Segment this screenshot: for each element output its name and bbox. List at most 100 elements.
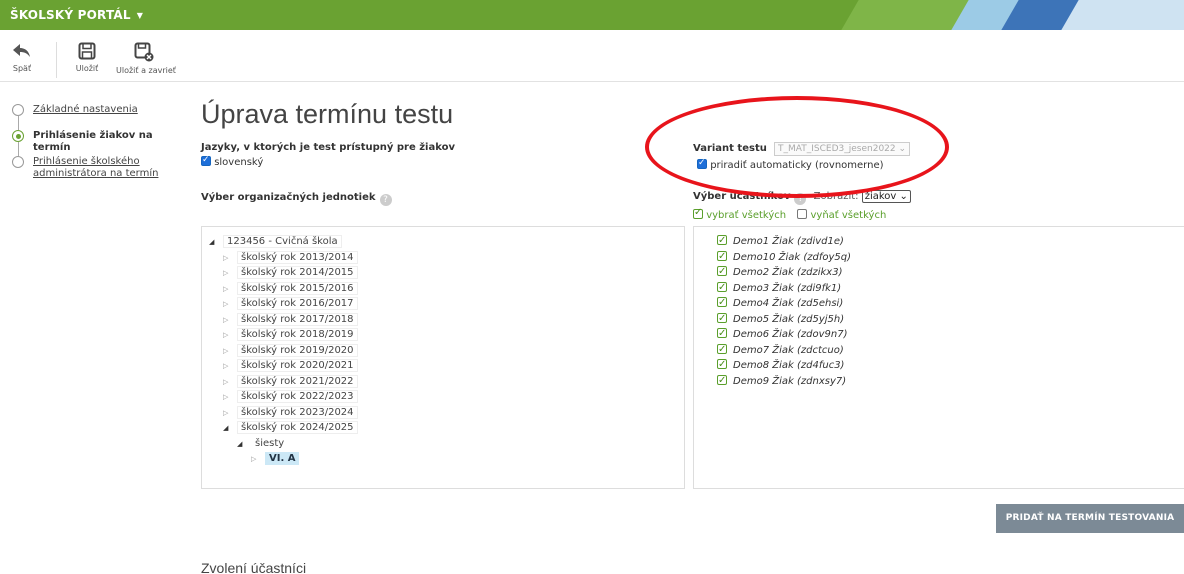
tree-node-school[interactable]: ◢ 123456 - Cvičná škola <box>209 234 358 250</box>
participant-name: Demo2 Žiak (zdzikx3) <box>733 267 843 278</box>
participant-item[interactable]: Demo5 Žiak (zd5yj5h) <box>717 311 851 328</box>
language-checkbox[interactable] <box>201 155 211 166</box>
show-select[interactable]: žiakov ⌄ <box>861 190 911 203</box>
collapsed-arrow-icon[interactable]: ▷ <box>223 328 237 344</box>
collapsed-arrow-icon[interactable]: ▷ <box>223 359 237 375</box>
tree-node-label[interactable]: školský rok 2017/2018 <box>237 312 358 326</box>
tree-node-label-selected[interactable]: VI. A <box>265 452 300 465</box>
chevron-down-icon: ▼ <box>136 11 144 20</box>
tree-node-year[interactable]: ▷ školský rok 2017/2018 <box>209 312 358 328</box>
tree-node-year[interactable]: ▷ školský rok 2021/2022 <box>209 374 358 390</box>
tree-node-class[interactable]: ▷ VI. A <box>209 451 358 467</box>
participant-checkbox[interactable] <box>717 233 727 249</box>
collapsed-arrow-icon[interactable]: ▷ <box>251 452 265 468</box>
collapsed-arrow-icon[interactable]: ▷ <box>223 344 237 360</box>
participant-item[interactable]: Demo2 Žiak (zdzikx3) <box>717 264 851 281</box>
collapsed-arrow-icon[interactable]: ▷ <box>223 313 237 329</box>
help-icon[interactable]: ? <box>379 194 392 206</box>
tree-node-label[interactable]: 123456 - Cvičná škola <box>223 235 342 248</box>
save-label: Uložiť <box>75 64 99 73</box>
variant-select-value: T_MAT_ISCED3_jesen2022 <box>778 144 896 154</box>
collapsed-arrow-icon[interactable]: ▷ <box>223 406 237 422</box>
add-to-test-term-button[interactable]: PRIDAŤ NA TERMÍN TESTOVANIA <box>996 504 1184 533</box>
save-button[interactable]: Uložiť <box>70 42 104 73</box>
tree-node-year[interactable]: ▷ školský rok 2023/2024 <box>209 405 358 421</box>
collapsed-arrow-icon[interactable]: ▷ <box>223 266 237 282</box>
tree-node-year[interactable]: ▷ školský rok 2014/2015 <box>209 265 358 281</box>
tree-node-label[interactable]: školský rok 2014/2015 <box>237 266 358 279</box>
collapsed-arrow-icon[interactable]: ▷ <box>223 251 237 267</box>
tree-node-year[interactable]: ▷ školský rok 2015/2016 <box>209 281 358 297</box>
participant-item[interactable]: Demo10 Žiak (zdfoy5q) <box>717 249 851 266</box>
tree-node-label[interactable]: šiesty <box>251 437 288 450</box>
deselect-all-action[interactable]: vyňať všetkých <box>797 209 886 221</box>
participant-item[interactable]: Demo4 Žiak (zd5ehsi) <box>717 295 851 312</box>
chevron-down-icon: ⌄ <box>899 191 908 202</box>
decor-stripe <box>1061 0 1184 30</box>
collapsed-arrow-icon[interactable]: ▷ <box>223 297 237 313</box>
participant-item[interactable]: Demo6 Žiak (zdov9n7) <box>717 326 851 343</box>
participant-checkbox[interactable] <box>717 357 727 373</box>
participant-checkbox[interactable] <box>717 280 727 295</box>
step-basic-settings[interactable]: Základné nastavenia <box>12 104 192 130</box>
tree-node-year[interactable]: ▷ školský rok 2020/2021 <box>209 358 358 374</box>
tree-node-grade[interactable]: ◢ šiesty <box>209 436 358 452</box>
step-admin-registration-link[interactable]: Prihlásenie školského administrátora na … <box>33 156 158 179</box>
participant-item[interactable]: Demo7 Žiak (zdctcuo) <box>717 342 851 359</box>
tree-node-year[interactable]: ▷ školský rok 2013/2014 <box>209 250 358 266</box>
participant-checkbox[interactable] <box>717 311 727 326</box>
participant-item[interactable]: Demo8 Žiak (zd4fuc3) <box>717 357 851 374</box>
tree-node-label[interactable]: školský rok 2020/2021 <box>237 359 358 372</box>
participant-item[interactable]: Demo1 Žiak (zdivd1e) <box>717 233 851 250</box>
collapsed-arrow-icon[interactable]: ▷ <box>223 375 237 391</box>
step-admin-registration[interactable]: Prihlásenie školského administrátora na … <box>12 156 192 182</box>
step-circle-active-icon <box>12 130 24 142</box>
tree-node-label[interactable]: školský rok 2016/2017 <box>237 297 358 310</box>
language-label: slovenský <box>214 157 264 168</box>
back-button[interactable]: Späť <box>8 42 36 73</box>
collapsed-arrow-icon[interactable]: ▷ <box>223 390 237 406</box>
tree-node-label[interactable]: školský rok 2015/2016 <box>237 281 358 295</box>
collapsed-arrow-icon[interactable]: ▷ <box>223 282 237 298</box>
participant-name: Demo3 Žiak (zdi9fk1) <box>733 282 842 294</box>
save-close-button[interactable]: Uložiť a zavrieť <box>116 42 176 75</box>
tree-node-label[interactable]: školský rok 2021/2022 <box>237 374 358 388</box>
tree-node-label[interactable]: školský rok 2018/2019 <box>237 328 358 341</box>
participant-checkbox[interactable] <box>717 264 727 280</box>
tree-node-label[interactable]: školský rok 2023/2024 <box>237 405 358 419</box>
participant-checkbox[interactable] <box>717 295 727 311</box>
step-basic-settings-link[interactable]: Základné nastavenia <box>33 104 138 115</box>
participant-checkbox[interactable] <box>717 373 727 388</box>
participant-item[interactable]: Demo3 Žiak (zdi9fk1) <box>717 280 851 297</box>
selection-actions: vybrať všetkých vyňať všetkých <box>693 207 886 221</box>
tree-node-year[interactable]: ▷ školský rok 2016/2017 <box>209 296 358 312</box>
tree-node-label[interactable]: školský rok 2019/2020 <box>237 343 358 357</box>
auto-assign-option[interactable]: priradiť automaticky (rovnomerne) <box>697 158 910 171</box>
tree-node-year[interactable]: ◢ školský rok 2024/2025 <box>209 420 358 436</box>
org-tree: ◢ 123456 - Cvičná škola ▷ školský rok 2013… <box>209 234 358 467</box>
step-circle-icon <box>12 104 24 116</box>
expanded-arrow-icon[interactable]: ◢ <box>237 437 251 453</box>
tree-node-year[interactable]: ▷ školský rok 2022/2023 <box>209 389 358 405</box>
tree-node-label[interactable]: školský rok 2013/2014 <box>237 250 358 264</box>
expanded-arrow-icon[interactable]: ◢ <box>209 235 223 251</box>
tree-node-label[interactable]: školský rok 2022/2023 <box>237 390 358 403</box>
portal-menu[interactable]: ŠKOLSKÝ PORTÁL ▼ <box>10 8 143 22</box>
tree-node-year[interactable]: ▷ školský rok 2019/2020 <box>209 343 358 359</box>
expanded-arrow-icon[interactable]: ◢ <box>223 421 237 437</box>
participant-item[interactable]: Demo9 Žiak (zdnxsy7) <box>717 373 851 390</box>
select-all-label: vybrať všetkých <box>706 210 787 221</box>
participant-checkbox[interactable] <box>717 249 727 264</box>
tree-node-label[interactable]: školský rok 2024/2025 <box>237 421 358 434</box>
tree-node-year[interactable]: ▷ školský rok 2018/2019 <box>209 327 358 343</box>
participant-name: Demo7 Žiak (zdctcuo) <box>733 344 844 356</box>
participant-checkbox[interactable] <box>717 342 727 357</box>
step-student-registration[interactable]: Prihlásenie žiakov na termín <box>12 130 192 156</box>
select-all-action[interactable]: vybrať všetkých <box>693 207 787 221</box>
languages-section: Jazyky, v ktorých je test prístupný pre … <box>201 142 455 168</box>
variant-select[interactable]: T_MAT_ISCED3_jesen2022 ⌄ <box>774 142 911 156</box>
auto-assign-checkbox[interactable] <box>697 158 707 169</box>
participant-checkbox[interactable] <box>717 326 727 342</box>
language-option[interactable]: slovenský <box>201 155 455 168</box>
help-icon[interactable]: ? <box>794 193 807 205</box>
